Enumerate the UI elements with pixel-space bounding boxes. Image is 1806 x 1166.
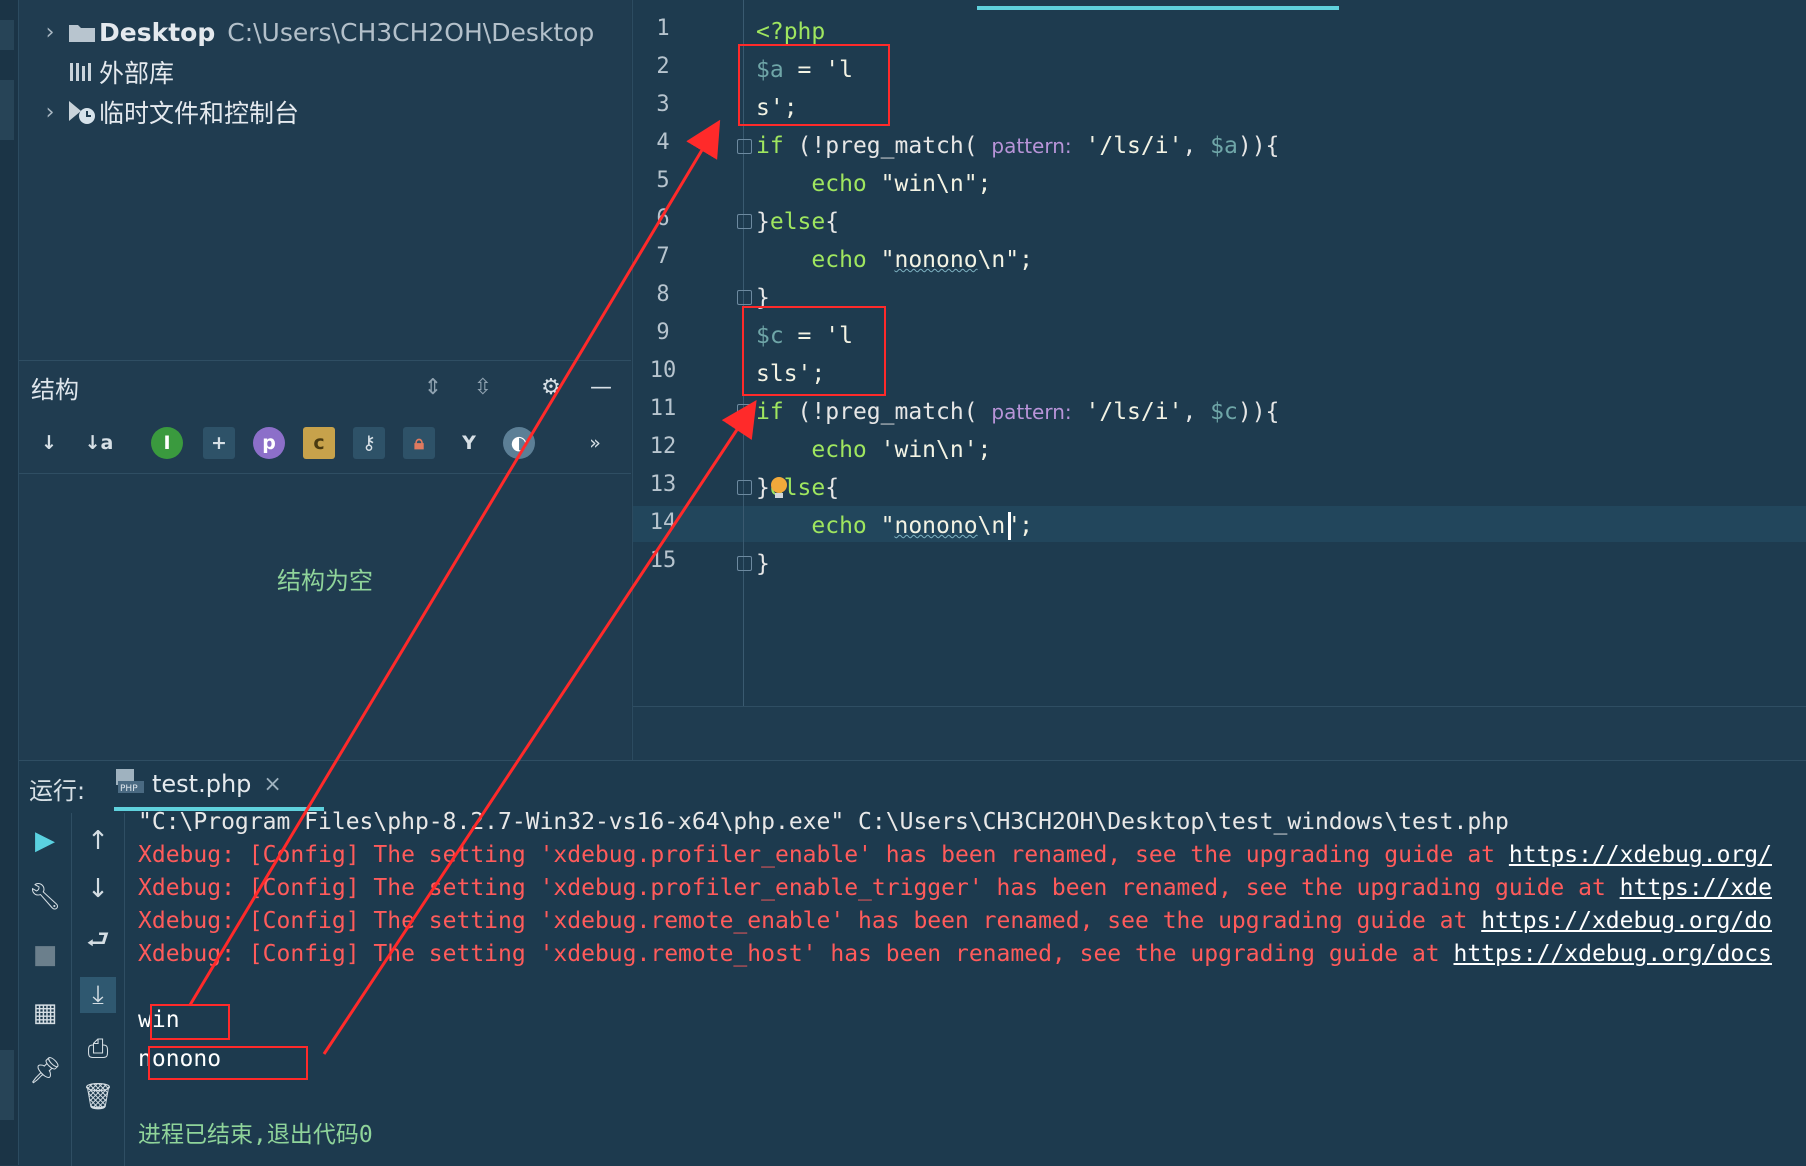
arrow-win-to-a xyxy=(188,119,721,1006)
arrow-nonono-to-c xyxy=(322,399,757,1055)
annotation-arrows xyxy=(188,119,757,1055)
